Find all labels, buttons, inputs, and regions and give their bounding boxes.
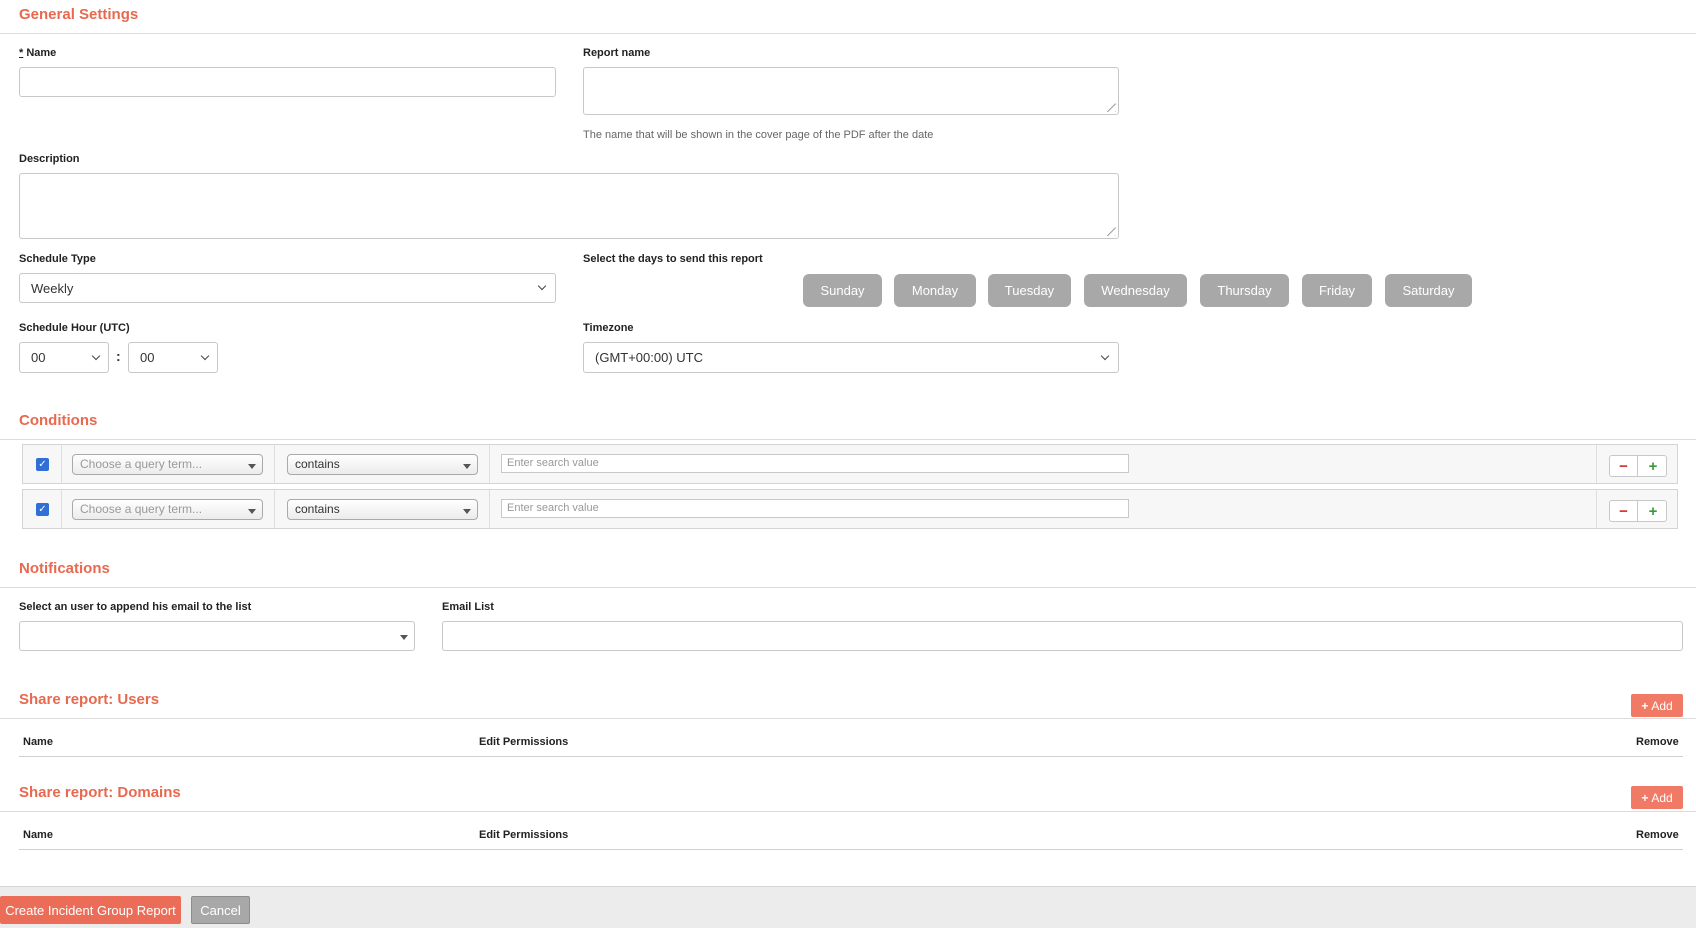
add-condition-button[interactable]: + bbox=[1639, 456, 1667, 476]
condition-actions: − + bbox=[1609, 455, 1667, 477]
table-header-divider bbox=[19, 849, 1683, 850]
name-label: * Name bbox=[19, 47, 56, 59]
condition-row: ✓ Choose a query term... contains Enter … bbox=[22, 444, 1678, 484]
timezone-value: (GMT+00:00) UTC bbox=[595, 350, 703, 365]
time-separator: : bbox=[116, 348, 121, 364]
report-name-textarea[interactable] bbox=[583, 67, 1119, 115]
column-divider bbox=[1596, 445, 1597, 483]
add-user-label: Add bbox=[1651, 698, 1673, 713]
column-divider bbox=[61, 445, 62, 483]
user-select[interactable] bbox=[19, 621, 415, 651]
day-button-monday[interactable]: Monday bbox=[894, 274, 976, 307]
section-divider bbox=[0, 439, 1696, 440]
user-select-label: Select an user to append his email to th… bbox=[19, 601, 252, 613]
caret-down-icon bbox=[463, 464, 471, 469]
section-divider bbox=[0, 587, 1696, 588]
add-user-button[interactable]: + Add bbox=[1631, 694, 1683, 717]
column-header-edit-permissions: Edit Permissions bbox=[479, 829, 569, 841]
conditions-title: Conditions bbox=[19, 412, 98, 429]
day-button-tuesday[interactable]: Tuesday bbox=[988, 274, 1071, 307]
day-button-sunday[interactable]: Sunday bbox=[803, 274, 882, 307]
minute-select[interactable]: 00 bbox=[128, 342, 218, 373]
condition-enabled-checkbox[interactable]: ✓ bbox=[36, 458, 49, 471]
column-divider bbox=[274, 445, 275, 483]
column-divider bbox=[489, 490, 490, 528]
column-divider bbox=[274, 490, 275, 528]
minute-value: 00 bbox=[140, 350, 155, 365]
days-label: Select the days to send this report bbox=[583, 253, 763, 265]
condition-row: ✓ Choose a query term... contains Enter … bbox=[22, 489, 1678, 529]
create-report-button[interactable]: Create Incident Group Report bbox=[0, 896, 181, 924]
name-label-text: Name bbox=[23, 47, 57, 59]
resize-grip-icon[interactable] bbox=[1107, 103, 1116, 112]
query-term-select[interactable]: Choose a query term... bbox=[72, 499, 263, 520]
email-list-input[interactable] bbox=[442, 621, 1683, 651]
day-button-thursday[interactable]: Thursday bbox=[1200, 274, 1289, 307]
caret-down-icon bbox=[400, 635, 408, 640]
plus-icon: + bbox=[1641, 698, 1649, 713]
column-header-edit-permissions: Edit Permissions bbox=[479, 736, 569, 748]
notifications-title: Notifications bbox=[19, 560, 110, 577]
add-domain-label: Add bbox=[1651, 790, 1673, 805]
day-button-saturday[interactable]: Saturday bbox=[1385, 274, 1472, 307]
column-divider bbox=[1596, 490, 1597, 528]
plus-icon: + bbox=[1641, 790, 1649, 805]
column-divider bbox=[489, 445, 490, 483]
chevron-down-icon bbox=[91, 351, 101, 360]
chevron-down-icon bbox=[537, 281, 547, 291]
search-value-input[interactable]: Enter search value bbox=[501, 499, 1129, 518]
name-input[interactable] bbox=[19, 67, 556, 97]
section-divider bbox=[0, 718, 1696, 719]
email-list-label: Email List bbox=[442, 601, 494, 613]
operator-select[interactable]: contains bbox=[287, 499, 478, 520]
column-header-remove: Remove bbox=[1636, 829, 1679, 841]
hour-value: 00 bbox=[31, 350, 46, 365]
description-label: Description bbox=[19, 153, 80, 165]
condition-actions: − + bbox=[1609, 500, 1667, 522]
report-name-help: The name that will be shown in the cover… bbox=[583, 129, 934, 141]
query-term-placeholder: Choose a query term... bbox=[80, 502, 203, 516]
report-name-label: Report name bbox=[583, 47, 651, 59]
query-term-select[interactable]: Choose a query term... bbox=[72, 454, 263, 475]
column-header-name: Name bbox=[23, 736, 53, 748]
timezone-select[interactable]: (GMT+00:00) UTC bbox=[583, 342, 1119, 373]
condition-enabled-checkbox[interactable]: ✓ bbox=[36, 503, 49, 516]
operator-select[interactable]: contains bbox=[287, 454, 478, 475]
column-divider bbox=[61, 490, 62, 528]
add-domain-button[interactable]: + Add bbox=[1631, 786, 1683, 809]
resize-grip-icon[interactable] bbox=[1107, 227, 1116, 236]
section-divider bbox=[0, 33, 1696, 34]
form-footer bbox=[0, 886, 1696, 928]
add-condition-button[interactable]: + bbox=[1639, 501, 1667, 521]
operator-value: contains bbox=[295, 457, 340, 471]
share-users-title: Share report: Users bbox=[19, 691, 160, 708]
caret-down-icon bbox=[463, 509, 471, 514]
schedule-hour-label: Schedule Hour (UTC) bbox=[19, 322, 130, 334]
search-value-input[interactable]: Enter search value bbox=[501, 454, 1129, 473]
day-button-friday[interactable]: Friday bbox=[1302, 274, 1372, 307]
remove-condition-button[interactable]: − bbox=[1610, 456, 1638, 476]
table-header-divider bbox=[19, 756, 1683, 757]
operator-value: contains bbox=[295, 502, 340, 516]
share-domains-title: Share report: Domains bbox=[19, 784, 181, 801]
schedule-type-select[interactable]: Weekly bbox=[19, 273, 556, 303]
timezone-label: Timezone bbox=[583, 322, 634, 334]
chevron-down-icon bbox=[1100, 351, 1110, 360]
general-settings-title: General Settings bbox=[19, 6, 139, 23]
schedule-type-label: Schedule Type bbox=[19, 253, 96, 265]
column-header-name: Name bbox=[23, 829, 53, 841]
day-button-wednesday[interactable]: Wednesday bbox=[1084, 274, 1187, 307]
caret-down-icon bbox=[248, 509, 256, 514]
caret-down-icon bbox=[248, 464, 256, 469]
section-divider bbox=[0, 811, 1696, 812]
remove-condition-button[interactable]: − bbox=[1610, 501, 1638, 521]
schedule-type-value: Weekly bbox=[31, 280, 74, 296]
description-textarea[interactable] bbox=[19, 173, 1119, 239]
hour-select[interactable]: 00 bbox=[19, 342, 109, 373]
query-term-placeholder: Choose a query term... bbox=[80, 457, 203, 471]
column-header-remove: Remove bbox=[1636, 736, 1679, 748]
cancel-button[interactable]: Cancel bbox=[191, 896, 250, 924]
chevron-down-icon bbox=[200, 351, 210, 360]
